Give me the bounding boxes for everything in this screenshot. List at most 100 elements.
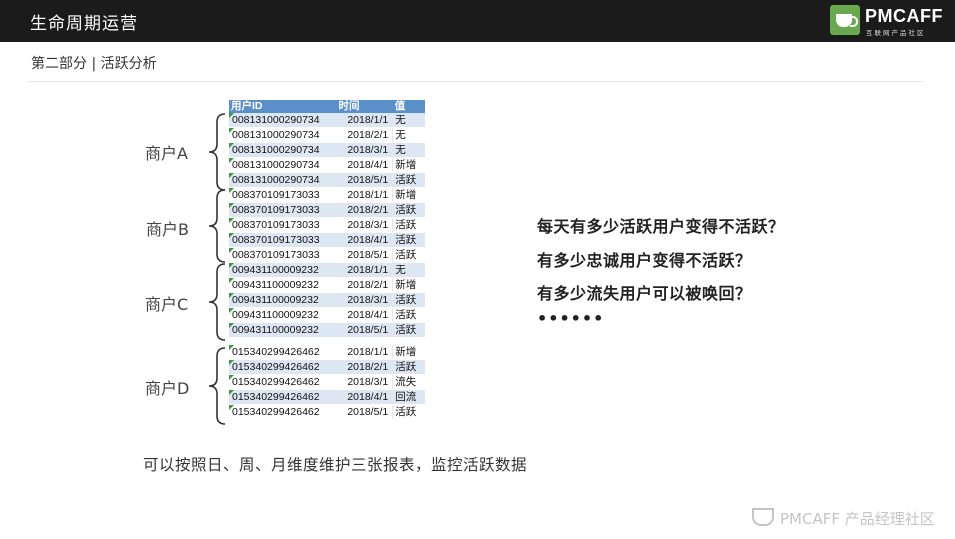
value-cell: 活跃 bbox=[392, 247, 425, 263]
logo-brand: PMCAFF bbox=[865, 6, 943, 26]
table-row: 015340299426462 2018/4/1 回流 bbox=[229, 389, 425, 405]
date-cell: 2018/2/1 bbox=[336, 359, 393, 375]
table-row: 008370109173033 2018/4/1 活跃 bbox=[229, 232, 425, 248]
value-cell: 活跃 bbox=[392, 359, 425, 375]
section-title: 第二部分 | 活跃分析 bbox=[31, 56, 157, 72]
user-id-cell: 015340299426462 bbox=[229, 404, 337, 420]
date-cell: 2018/3/1 bbox=[336, 374, 393, 390]
table-row: 008131000290734 2018/4/1 新增 bbox=[229, 157, 425, 173]
value-cell: 无 bbox=[392, 127, 425, 143]
user-id-cell: 008131000290734 bbox=[229, 113, 337, 128]
user-id-cell: 008131000290734 bbox=[229, 127, 337, 143]
merchant-label-b: 商户B bbox=[146, 220, 189, 239]
spacer-cell bbox=[229, 337, 337, 345]
date-cell: 2018/5/1 bbox=[336, 404, 393, 420]
question-2: 有多少忠诚用户变得不活跃？ bbox=[537, 251, 752, 270]
table-row: 015340299426462 2018/5/1 活跃 bbox=[229, 404, 425, 420]
table-row: 009431100009232 2018/4/1 活跃 bbox=[229, 307, 425, 323]
date-cell: 2018/4/1 bbox=[336, 157, 393, 173]
table-row: 008131000290734 2018/5/1 活跃 bbox=[229, 172, 425, 188]
table-row: 009431100009232 2018/1/1 无 bbox=[229, 262, 425, 278]
merchant-label-d: 商户D bbox=[145, 379, 190, 398]
table-row: 015340299426462 2018/2/1 活跃 bbox=[229, 359, 425, 375]
date-cell: 2018/2/1 bbox=[336, 127, 393, 143]
table-row: 008131000290734 2018/2/1 无 bbox=[229, 127, 425, 143]
date-cell: 2018/1/1 bbox=[336, 113, 393, 128]
table-row: 008370109173033 2018/1/1 新增 bbox=[229, 187, 425, 203]
user-id-cell: 015340299426462 bbox=[229, 389, 337, 405]
value-cell: 无 bbox=[392, 113, 425, 128]
value-cell: 新增 bbox=[392, 277, 425, 293]
table-body: 008131000290734 2018/1/1 无 008131000290734 2… bbox=[229, 113, 425, 420]
value-cell: 活跃 bbox=[392, 202, 425, 218]
value-cell: 新增 bbox=[392, 345, 425, 360]
table-row: 008131000290734 2018/3/1 无 bbox=[229, 142, 425, 158]
table-row: 008370109173033 2018/3/1 活跃 bbox=[229, 217, 425, 233]
user-id-cell: 008131000290734 bbox=[229, 142, 337, 158]
column-header-user-id: 用户ID bbox=[229, 100, 337, 113]
date-cell: 2018/3/1 bbox=[336, 217, 393, 233]
value-cell: 活跃 bbox=[392, 172, 425, 188]
pmcaff-logo: PMCAFF 互联网产品社区 bbox=[830, 3, 943, 41]
table-row: 009431100009232 2018/2/1 新增 bbox=[229, 277, 425, 293]
date-cell: 2018/4/1 bbox=[336, 232, 393, 248]
value-cell: 回流 bbox=[392, 389, 425, 405]
ellipsis: •••••• bbox=[537, 309, 605, 328]
question-3: 有多少流失用户可以被唤回？ bbox=[537, 284, 752, 303]
user-id-cell: 008370109173033 bbox=[229, 187, 337, 203]
watermark: PMCAFF 产品经理社区 bbox=[752, 508, 935, 529]
user-id-cell: 015340299426462 bbox=[229, 374, 337, 390]
date-cell: 2018/5/1 bbox=[336, 247, 393, 263]
date-cell: 2018/2/1 bbox=[336, 277, 393, 293]
table-spacer-row bbox=[229, 337, 425, 345]
table-row: 015340299426462 2018/3/1 流失 bbox=[229, 374, 425, 390]
header-bar: 生命周期运营 PMCAFF 互联网产品社区 bbox=[0, 0, 955, 42]
user-id-cell: 008370109173033 bbox=[229, 247, 337, 263]
date-cell: 2018/5/1 bbox=[336, 322, 393, 338]
table-row: 009431100009232 2018/3/1 活跃 bbox=[229, 292, 425, 308]
value-cell: 活跃 bbox=[392, 322, 425, 338]
value-cell: 活跃 bbox=[392, 217, 425, 233]
user-id-cell: 008131000290734 bbox=[229, 157, 337, 173]
user-id-cell: 009431100009232 bbox=[229, 262, 337, 278]
date-cell: 2018/1/1 bbox=[336, 345, 393, 360]
value-cell: 新增 bbox=[392, 157, 425, 173]
date-cell: 2018/5/1 bbox=[336, 172, 393, 188]
page-title: 生命周期运营 bbox=[30, 14, 138, 34]
user-id-cell: 009431100009232 bbox=[229, 307, 337, 323]
value-cell: 活跃 bbox=[392, 307, 425, 323]
date-cell: 2018/2/1 bbox=[336, 202, 393, 218]
date-cell: 2018/1/1 bbox=[336, 187, 393, 203]
date-cell: 2018/1/1 bbox=[336, 262, 393, 278]
question-1: 每天有多少活跃用户变得不活跃？ bbox=[537, 217, 785, 236]
value-cell: 无 bbox=[392, 142, 425, 158]
brace-c-icon bbox=[208, 263, 226, 341]
value-cell: 流失 bbox=[392, 374, 425, 390]
spacer-cell bbox=[392, 337, 425, 345]
table-row: 015340299426462 2018/1/1 新增 bbox=[229, 345, 425, 360]
table-row: 008131000290734 2018/1/1 无 bbox=[229, 113, 425, 128]
brace-d-icon bbox=[208, 347, 226, 425]
user-id-cell: 009431100009232 bbox=[229, 322, 337, 338]
spacer-cell bbox=[336, 337, 393, 345]
user-id-cell: 008370109173033 bbox=[229, 202, 337, 218]
user-id-cell: 008370109173033 bbox=[229, 217, 337, 233]
user-id-cell: 009431100009232 bbox=[229, 277, 337, 293]
table-header-row: 用户ID 时间 值 bbox=[229, 100, 425, 113]
column-header-time: 时间 bbox=[336, 100, 393, 113]
date-cell: 2018/4/1 bbox=[336, 389, 393, 405]
date-cell: 2018/4/1 bbox=[336, 307, 393, 323]
brace-a-icon bbox=[208, 113, 226, 191]
watermark-text: PMCAFF 产品经理社区 bbox=[780, 510, 935, 528]
table-row: 008370109173033 2018/5/1 活跃 bbox=[229, 247, 425, 263]
merchant-label-c: 商户C bbox=[145, 295, 189, 314]
date-cell: 2018/3/1 bbox=[336, 142, 393, 158]
coffee-cup-icon bbox=[830, 5, 860, 35]
merchant-label-a: 商户A bbox=[145, 144, 188, 163]
user-id-cell: 015340299426462 bbox=[229, 345, 337, 360]
value-cell: 新增 bbox=[392, 187, 425, 203]
coffee-cup-watermark-icon bbox=[752, 508, 774, 526]
divider bbox=[28, 81, 923, 82]
table-row: 008370109173033 2018/2/1 活跃 bbox=[229, 202, 425, 218]
date-cell: 2018/3/1 bbox=[336, 292, 393, 308]
